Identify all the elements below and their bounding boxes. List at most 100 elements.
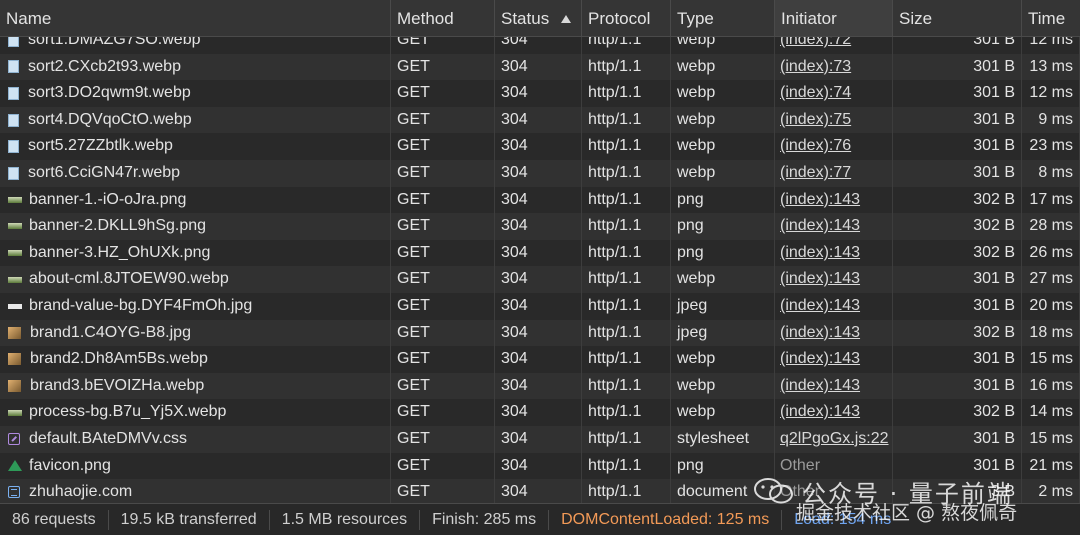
table-row[interactable]: brand3.bEVOIZHa.webp GET 304 http/1.1 webp (i… — [0, 372, 1080, 400]
table-row[interactable]: default.BAteDMVv.css GET 304 http/1.1 styles… — [0, 425, 1080, 453]
request-initiator-link[interactable]: (index):143 — [775, 239, 893, 267]
column-header-status[interactable]: Status — [495, 0, 582, 36]
request-name-cell[interactable]: sort3.DO2qwm9t.webp — [0, 80, 391, 107]
request-initiator-link[interactable]: (index):143 — [775, 186, 893, 214]
request-initiator-link[interactable]: (index):143 — [775, 399, 893, 426]
request-name-cell[interactable]: brand2.Dh8Am5Bs.webp — [0, 346, 391, 373]
request-status: 304 — [495, 53, 582, 81]
table-row[interactable]: sort4.DQVqoCtO.webp GET 304 http/1.1 webp (in… — [0, 106, 1080, 134]
column-header-type[interactable]: Type — [671, 0, 775, 36]
request-name-cell[interactable]: process-bg.B7u_Yj5X.webp — [0, 399, 391, 426]
request-name-cell[interactable]: banner-3.HZ_OhUXk.png — [0, 239, 391, 267]
request-status: 304 — [495, 186, 582, 214]
request-name: sort6.CciGN47r.webp — [28, 163, 181, 181]
column-header-time[interactable]: Time — [1022, 0, 1080, 36]
request-initiator-link[interactable]: (index):143 — [775, 266, 893, 293]
request-name-cell[interactable]: banner-2.DKLL9hSg.png — [0, 213, 391, 240]
request-initiator-link[interactable]: q2lPgoGx.js:22 — [775, 425, 893, 453]
request-status: 304 — [495, 452, 582, 480]
request-size: 3 B — [893, 479, 1022, 503]
request-name-cell[interactable]: brand1.C4OYG-B8.jpg — [0, 319, 391, 347]
request-type: webp — [671, 346, 775, 373]
file-type-icon — [8, 196, 22, 203]
request-initiator-link[interactable]: (index):73 — [775, 53, 893, 81]
request-time: 8 ms — [1022, 159, 1080, 187]
table-row[interactable]: brand2.Dh8Am5Bs.webp GET 304 http/1.1 webp (i… — [0, 346, 1080, 373]
request-name-cell[interactable]: sort2.CXcb2t93.webp — [0, 53, 391, 81]
request-initiator-link[interactable]: (index):143 — [775, 319, 893, 347]
request-size: 301 B — [893, 452, 1022, 480]
status-bar: 86 requests 19.5 kB transferred 1.5 MB r… — [0, 503, 1080, 535]
transferred-size: 19.5 kB transferred — [109, 509, 270, 530]
table-header: Name Method Status Protocol Type Initiat… — [0, 0, 1080, 37]
table-row[interactable]: brand-value-bg.DYF4FmOh.jpg GET 304 http/1.… — [0, 292, 1080, 320]
request-initiator-link[interactable]: (index):143 — [775, 213, 893, 240]
file-type-icon — [8, 460, 22, 472]
request-name-cell[interactable]: sort6.CciGN47r.webp — [0, 159, 391, 187]
table-row[interactable]: sort6.CciGN47r.webp GET 304 http/1.1 webp (in… — [0, 159, 1080, 187]
request-status: 304 — [495, 346, 582, 373]
file-type-icon — [8, 380, 21, 393]
column-header-protocol[interactable]: Protocol — [582, 0, 671, 36]
request-name-cell[interactable]: brand3.bEVOIZHa.webp — [0, 372, 391, 400]
request-list[interactable]: sort1.DMAZG7SO.webp GET 304 http/1.1 webp (in… — [0, 27, 1080, 503]
column-header-name[interactable]: Name — [0, 0, 391, 36]
request-name: brand-value-bg.DYF4FmOh.jpg — [29, 296, 253, 314]
request-name: banner-3.HZ_OhUXk.png — [29, 243, 211, 261]
request-type: webp — [671, 53, 775, 81]
request-initiator-link[interactable]: (index):75 — [775, 106, 893, 134]
file-type-icon — [8, 486, 20, 499]
table-row[interactable]: process-bg.B7u_Yj5X.webp GET 304 http/1.1 we… — [0, 399, 1080, 426]
table-row[interactable]: about-cml.8JTOEW90.webp GET 304 http/1.1 web… — [0, 266, 1080, 293]
request-size: 301 B — [893, 292, 1022, 320]
request-name: favicon.png — [29, 456, 111, 474]
table-row[interactable]: brand1.C4OYG-B8.jpg GET 304 http/1.1 jpeg (in… — [0, 319, 1080, 347]
request-size: 301 B — [893, 106, 1022, 134]
request-size: 302 B — [893, 239, 1022, 267]
request-status: 304 — [495, 319, 582, 347]
request-time: 13 ms — [1022, 53, 1080, 81]
request-initiator-link[interactable]: (index):74 — [775, 80, 893, 107]
request-name-cell[interactable]: banner-1.-iO-oJra.png — [0, 186, 391, 214]
request-initiator-link[interactable]: (index):143 — [775, 292, 893, 320]
request-method: GET — [391, 292, 495, 320]
request-name-cell[interactable]: brand-value-bg.DYF4FmOh.jpg — [0, 292, 391, 320]
request-initiator-link[interactable]: (index):143 — [775, 372, 893, 400]
request-time: 23 ms — [1022, 133, 1080, 160]
column-header-method[interactable]: Method — [391, 0, 495, 36]
request-initiator-link[interactable]: (index):77 — [775, 159, 893, 187]
request-name-cell[interactable]: about-cml.8JTOEW90.webp — [0, 266, 391, 293]
column-header-size[interactable]: Size — [893, 0, 1022, 36]
request-name-cell[interactable]: sort4.DQVqoCtO.webp — [0, 106, 391, 134]
table-row[interactable]: banner-1.-iO-oJra.png GET 304 http/1.1 png (i… — [0, 186, 1080, 214]
request-name-cell[interactable]: sort5.27ZZbtlk.webp — [0, 133, 391, 160]
request-protocol: http/1.1 — [582, 106, 671, 134]
request-time: 15 ms — [1022, 425, 1080, 453]
table-row[interactable]: sort3.DO2qwm9t.webp GET 304 http/1.1 webp (in… — [0, 80, 1080, 107]
request-initiator-link[interactable]: (index):143 — [775, 346, 893, 373]
file-type-icon — [8, 433, 20, 446]
request-name-cell[interactable]: default.BAteDMVv.css — [0, 425, 391, 453]
request-status: 304 — [495, 425, 582, 453]
request-name-cell[interactable]: zhuhaojie.com — [0, 479, 391, 503]
request-method: GET — [391, 159, 495, 187]
table-row[interactable]: banner-2.DKLL9hSg.png GET 304 http/1.1 png (i… — [0, 213, 1080, 240]
request-method: GET — [391, 213, 495, 240]
table-row[interactable]: zhuhaojie.com GET 304 http/1.1 document Other… — [0, 479, 1080, 503]
dom-content-loaded-time: DOMContentLoaded: 125 ms — [549, 509, 783, 530]
table-row[interactable]: sort2.CXcb2t93.webp GET 304 http/1.1 webp (in… — [0, 53, 1080, 81]
request-size: 301 B — [893, 133, 1022, 160]
file-type-icon — [8, 409, 22, 416]
request-name: process-bg.B7u_Yj5X.webp — [29, 403, 227, 421]
request-size: 302 B — [893, 319, 1022, 347]
table-row[interactable]: favicon.png GET 304 http/1.1 png Other 301 B 21… — [0, 452, 1080, 480]
table-row[interactable]: banner-3.HZ_OhUXk.png GET 304 http/1.1 png (i… — [0, 239, 1080, 267]
request-size: 302 B — [893, 186, 1022, 214]
request-size: 301 B — [893, 372, 1022, 400]
column-header-initiator[interactable]: Initiator — [775, 0, 893, 36]
request-type: webp — [671, 399, 775, 426]
request-name: default.BAteDMVv.css — [29, 429, 187, 447]
request-initiator-link[interactable]: (index):76 — [775, 133, 893, 160]
request-name-cell[interactable]: favicon.png — [0, 452, 391, 480]
table-row[interactable]: sort5.27ZZbtlk.webp GET 304 http/1.1 webp (in… — [0, 133, 1080, 160]
